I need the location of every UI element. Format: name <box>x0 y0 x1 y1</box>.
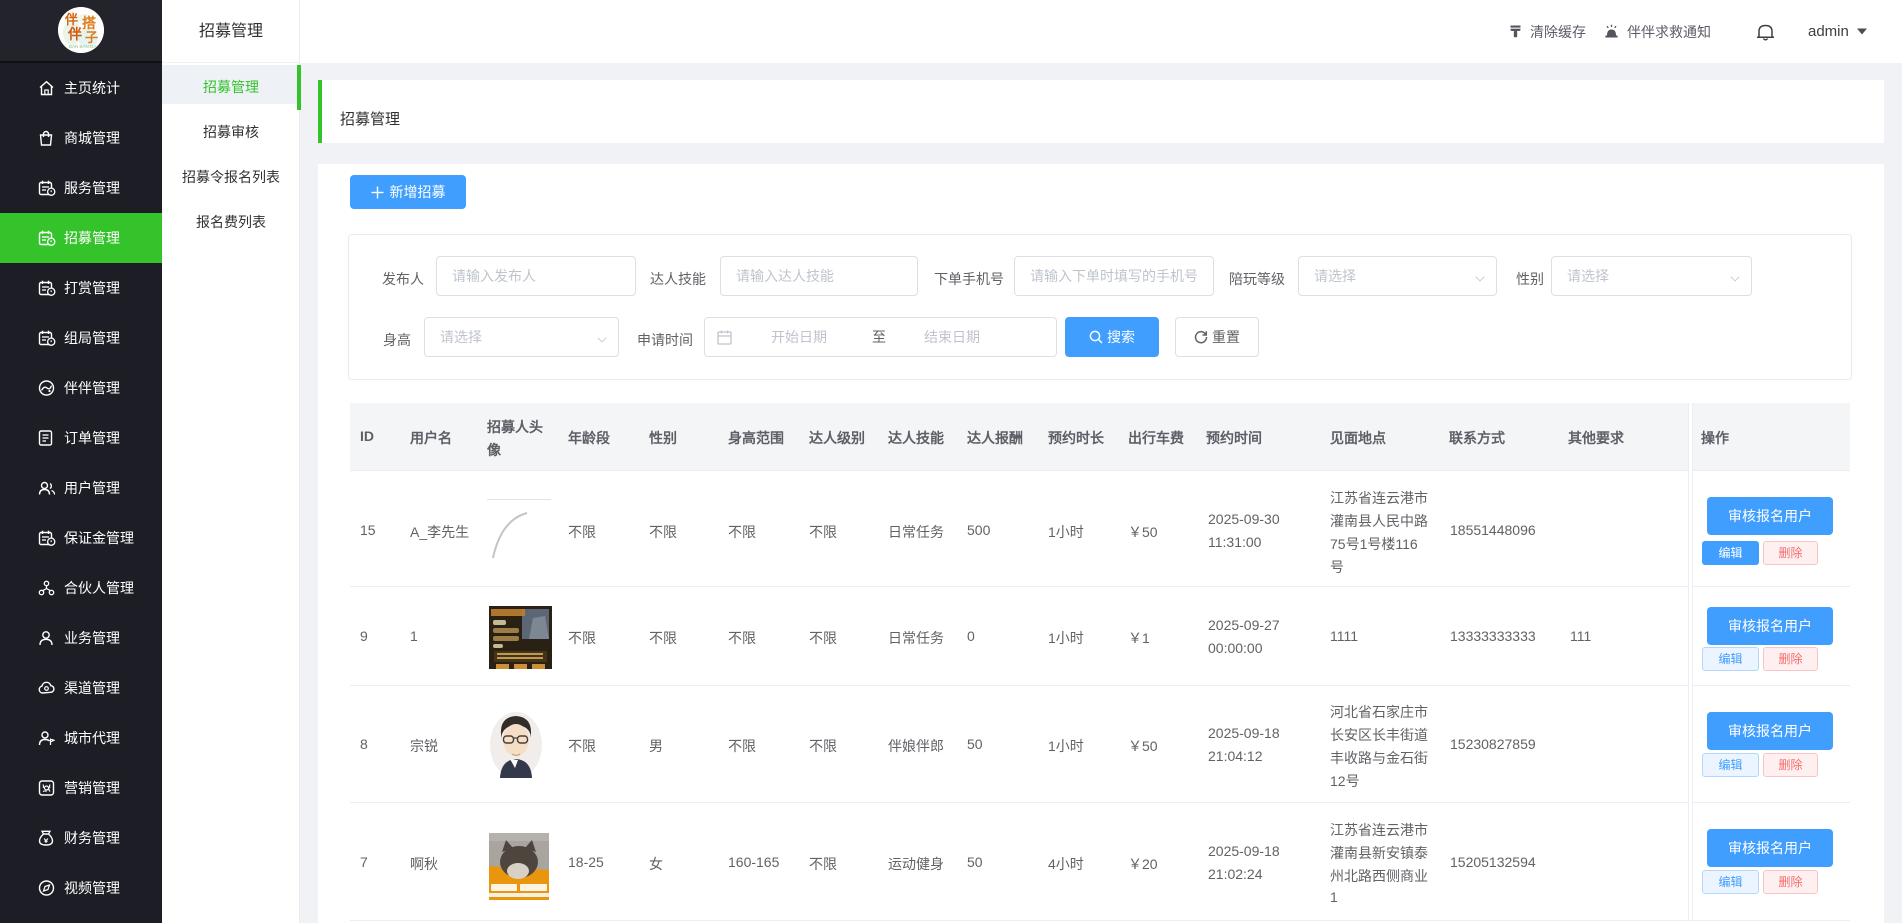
svg-text:伴: 伴 <box>67 26 82 43</box>
svg-text:子: 子 <box>85 30 98 45</box>
svg-text:伴: 伴 <box>64 12 78 27</box>
